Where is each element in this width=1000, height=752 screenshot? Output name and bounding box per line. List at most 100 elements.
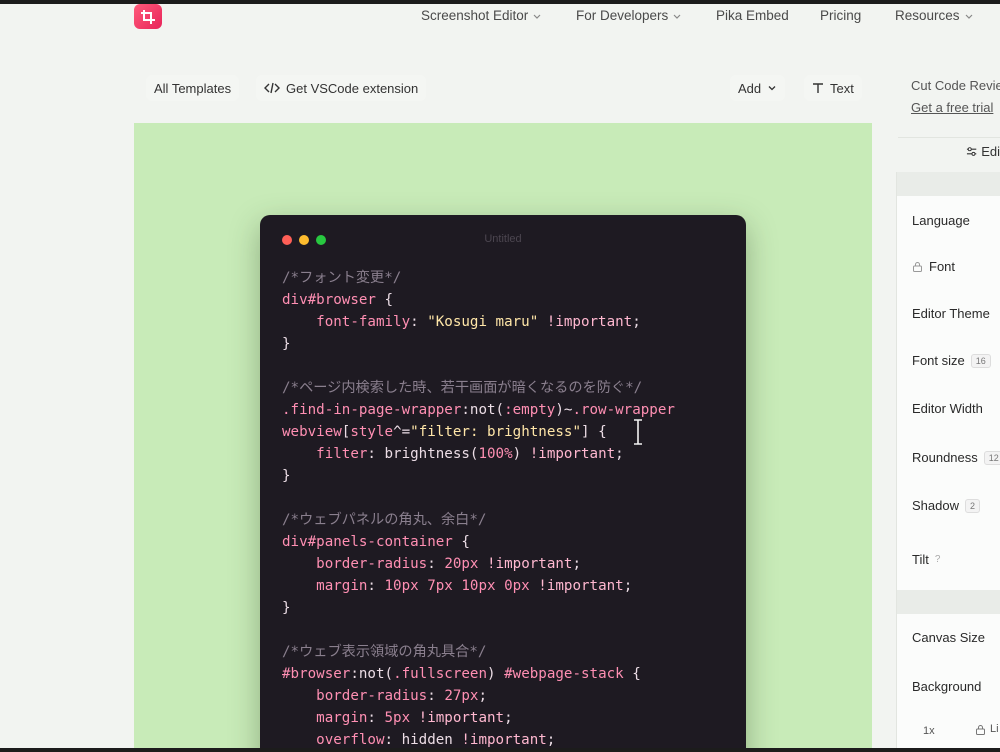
lock-icon	[913, 262, 922, 272]
code-token: : hidden	[384, 732, 462, 748]
top-nav: Screenshot Editor For Developers Pika Em…	[421, 8, 974, 23]
text-button[interactable]: Text	[804, 75, 862, 101]
all-templates-button[interactable]: All Templates	[146, 75, 240, 101]
code-token: font-family	[282, 314, 411, 330]
crop-icon	[141, 9, 155, 24]
code-token: }	[282, 468, 291, 484]
code-token: /*ウェブ表示領域の角丸具合*/	[282, 644, 487, 660]
code-token: :	[367, 710, 385, 726]
code-token: style	[350, 424, 394, 440]
code-line[interactable]: /*ページ内検索した時、若干画面が暗くなるのを防ぐ*/	[282, 377, 736, 399]
code-token: 20px	[444, 556, 479, 572]
panel-section-header	[897, 590, 1000, 614]
setting-language[interactable]: Language	[912, 213, 970, 228]
nav-pricing[interactable]: Pricing	[820, 8, 895, 23]
code-token: "filter: brightness"	[410, 424, 581, 440]
code-line[interactable]: }	[282, 333, 736, 355]
shadow-value: 2	[964, 498, 980, 513]
code-line[interactable]	[282, 619, 736, 641]
code-icon	[264, 82, 280, 94]
setting-editor-width[interactable]: Editor Width	[912, 401, 983, 416]
code-token: border-radius	[282, 556, 428, 572]
setting-canvas-size[interactable]: Canvas Size	[912, 630, 985, 645]
help-icon[interactable]: ?	[935, 554, 941, 565]
setting-editor-theme[interactable]: Editor Theme	[912, 306, 990, 321]
setting-font-size[interactable]: Font size 16	[912, 353, 991, 368]
code-token: {	[623, 666, 641, 682]
code-token: #webpage-stack	[504, 666, 624, 682]
free-trial-link[interactable]: Get a free trial	[911, 100, 993, 115]
code-token: 27px	[444, 688, 479, 704]
settings-panel: Language Font Editor Theme Font size 16 …	[896, 172, 1000, 752]
code-line[interactable]: border-radius: 27px;	[282, 685, 736, 707]
text-cursor-icon	[634, 419, 642, 445]
editor-canvas[interactable]: Untitled /*フォント変更*/ div#browser { font-fa…	[134, 123, 872, 752]
code-line[interactable]: }	[282, 597, 736, 619]
code-line[interactable]: #browser:not(.fullscreen) #webpage-stack…	[282, 663, 736, 685]
code-token: overflow	[282, 732, 385, 748]
code-token: !important	[529, 446, 616, 462]
setting-tilt[interactable]: Tilt ?	[912, 552, 940, 567]
code-token: ;	[632, 314, 641, 330]
code-token: filter	[282, 446, 368, 462]
scale-selector[interactable]: 1x	[923, 725, 935, 737]
code-token: :	[427, 556, 445, 572]
code-token: ;	[572, 556, 581, 572]
code-token: :	[410, 314, 428, 330]
code-line[interactable]: filter: brightness(100%) !important;	[282, 443, 736, 465]
promo-title: Cut Code Revie	[911, 78, 1000, 93]
nav-screenshot-editor[interactable]: Screenshot Editor	[421, 8, 576, 23]
code-token: )~	[555, 402, 573, 418]
code-token: .find-in-page-wrapper	[282, 402, 462, 418]
app-logo[interactable]	[134, 4, 162, 29]
code-token: ^=	[393, 424, 411, 440]
setting-background[interactable]: Background	[912, 679, 981, 694]
code-token: "Kosugi maru"	[427, 314, 539, 330]
code-token: /*ウェブパネルの角丸、余白*/	[282, 512, 487, 528]
nav-resources[interactable]: Resources	[895, 8, 974, 23]
code-token: /*ページ内検索した時、若干画面が暗くなるのを防ぐ*/	[282, 380, 643, 396]
code-line[interactable]: div#panels-container {	[282, 531, 736, 553]
lock-toggle[interactable]: Li	[975, 723, 999, 735]
code-line[interactable]: .find-in-page-wrapper:not(:empty)~.row-w…	[282, 399, 736, 421]
font-size-value: 16	[970, 353, 991, 368]
code-line[interactable]: border-radius: 20px !important;	[282, 553, 736, 575]
chevron-down-icon	[965, 14, 972, 19]
code-line[interactable]: /*ウェブ表示領域の角丸具合*/	[282, 641, 736, 663]
add-button[interactable]: Add	[730, 75, 786, 101]
roundness-value: 12	[983, 450, 1000, 465]
code-line[interactable]	[282, 487, 736, 509]
code-token: !important	[538, 314, 633, 330]
setting-roundness[interactable]: Roundness 12	[912, 450, 1000, 465]
code-token: ;	[546, 732, 556, 748]
code-line[interactable]: margin: 10px 7px 10px 0px !important;	[282, 575, 736, 597]
code-line[interactable]: /*フォント変更*/	[282, 267, 736, 289]
code-token: div#panels-container	[282, 534, 453, 550]
nav-for-developers[interactable]: For Developers	[576, 8, 716, 23]
code-token: margin	[282, 710, 368, 726]
code-line[interactable]: margin: 5px !important;	[282, 707, 736, 729]
text-icon	[813, 83, 823, 93]
nav-pika-embed[interactable]: Pika Embed	[716, 8, 820, 23]
code-line[interactable]: /*ウェブパネルの角丸、余白*/	[282, 509, 736, 531]
code-line[interactable]: }	[282, 465, 736, 487]
code-token: 100%	[478, 446, 513, 462]
code-line[interactable]: webview[style^="filter: brightness"] {	[282, 421, 736, 443]
code-editor[interactable]: /*フォント変更*/ div#browser { font-family: "Ko…	[282, 267, 736, 751]
setting-font[interactable]: Font	[912, 259, 955, 274]
tab-edit[interactable]: Edi	[898, 137, 1000, 165]
code-token: .row-wrapper	[572, 402, 675, 418]
vscode-extension-button[interactable]: Get VSCode extension	[256, 75, 427, 101]
code-token: /*フォント変更*/	[282, 270, 402, 286]
code-line[interactable]: div#browser {	[282, 289, 736, 311]
setting-shadow[interactable]: Shadow 2	[912, 498, 980, 513]
chevron-down-icon	[768, 86, 776, 91]
window-title[interactable]: Untitled	[260, 233, 746, 245]
code-token: 10px 7px 10px 0px	[384, 578, 530, 594]
code-token: !important	[478, 556, 573, 572]
code-line[interactable]: font-family: "Kosugi maru" !important;	[282, 311, 736, 333]
code-line[interactable]	[282, 355, 736, 377]
chevron-down-icon	[533, 14, 541, 19]
code-token: #browser	[282, 666, 351, 682]
code-window[interactable]: Untitled /*フォント変更*/ div#browser { font-fa…	[260, 215, 746, 752]
